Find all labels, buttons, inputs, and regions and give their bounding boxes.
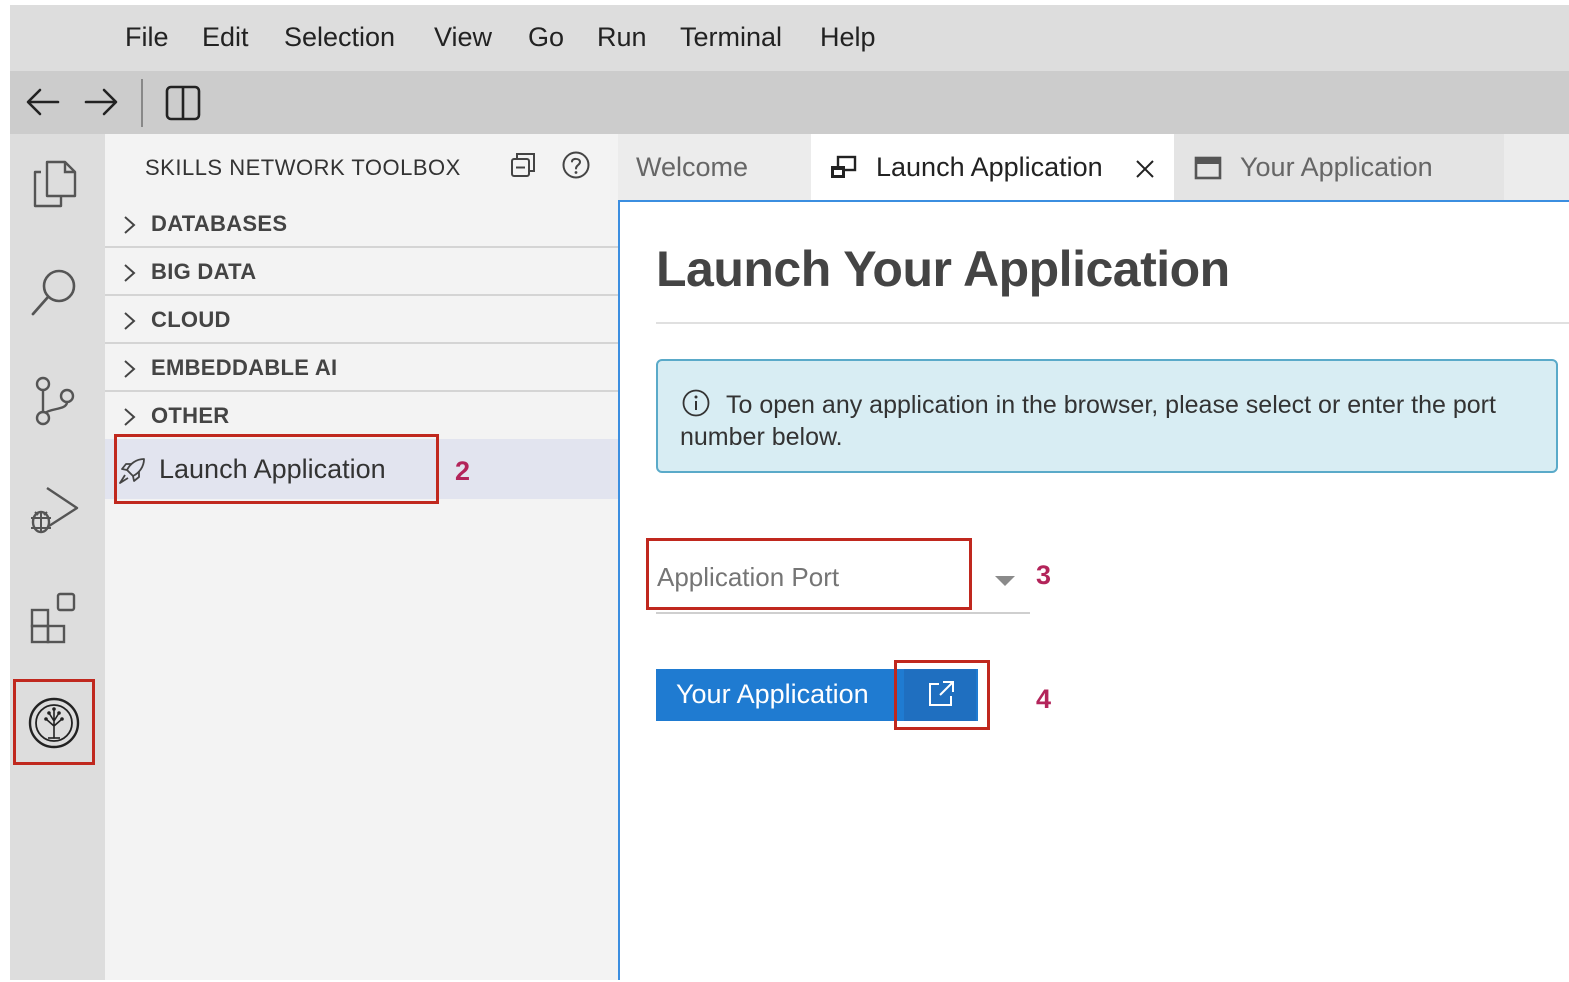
split-layout-icon[interactable]: [164, 84, 202, 127]
page-title: Launch Your Application: [656, 241, 1230, 297]
search-icon[interactable]: [27, 264, 83, 325]
skills-network-toolbox-panel: SKILLS NETWORK TOOLBOX DATABASES BIG DAT…: [105, 134, 618, 980]
menu-selection[interactable]: Selection: [284, 22, 395, 53]
your-application-button-label: Your Application: [676, 679, 869, 709]
menu-terminal[interactable]: Terminal: [680, 22, 782, 53]
section-label: DATABASES: [151, 211, 288, 236]
info-text: To open any application in the browser, …: [680, 391, 1496, 451]
source-control-icon[interactable]: [27, 372, 83, 433]
menu-go[interactable]: Go: [528, 22, 564, 53]
arrow-right-icon[interactable]: [82, 83, 120, 126]
extensions-icon[interactable]: [27, 590, 83, 651]
section-label: EMBEDDABLE AI: [151, 355, 338, 380]
tab-label: Launch Application: [876, 152, 1103, 182]
annotation-3: 3: [1036, 560, 1052, 590]
tab-your-application[interactable]: Your Application: [1174, 134, 1504, 200]
title-divider: [656, 322, 1569, 324]
tab-label: Your Application: [1240, 152, 1433, 182]
arrow-left-icon[interactable]: [24, 83, 62, 126]
application-port-input[interactable]: [657, 562, 957, 593]
section-big-data[interactable]: BIG DATA: [105, 249, 618, 296]
window-icon: [1194, 156, 1222, 185]
window-restore-icon: [828, 154, 858, 187]
activity-bar: 1: [10, 134, 119, 980]
dropdown-caret-icon[interactable]: [994, 574, 1016, 593]
vscode-window: File Edit Selection View Go Run Terminal…: [10, 5, 1569, 980]
menu-edit[interactable]: Edit: [202, 22, 249, 53]
tab-label: Welcome: [636, 152, 749, 182]
close-icon[interactable]: [1133, 157, 1157, 186]
toolbar-divider: [141, 79, 143, 127]
toolbox-highlight-box: [13, 679, 95, 765]
section-databases[interactable]: DATABASES: [105, 201, 618, 248]
tab-welcome[interactable]: Welcome: [618, 134, 811, 200]
chevron-right-icon: [119, 310, 139, 337]
launch-application-item[interactable]: Launch Application: [105, 434, 618, 504]
annotation-2: 2: [455, 456, 471, 486]
menu-bar: File Edit Selection View Go Run Terminal…: [10, 5, 1569, 71]
chevron-right-icon: [119, 214, 139, 241]
run-debug-icon[interactable]: [27, 482, 83, 543]
rocket-icon: [117, 456, 147, 491]
chevron-right-icon: [119, 358, 139, 385]
help-icon[interactable]: [561, 150, 591, 185]
section-embeddable-ai[interactable]: EMBEDDABLE AI: [105, 345, 618, 392]
sidebar-title: SKILLS NETWORK TOOLBOX: [145, 155, 461, 180]
menu-file[interactable]: File: [125, 22, 169, 53]
skills-network-toolbox-icon[interactable]: [27, 696, 81, 755]
editor-tab-bar: Welcome Launch Application Your Applicat…: [618, 134, 1569, 200]
menu-help[interactable]: Help: [820, 22, 876, 53]
section-label: OTHER: [151, 403, 230, 428]
chevron-right-icon: [119, 406, 139, 433]
chevron-right-icon: [119, 262, 139, 289]
port-select[interactable]: [646, 538, 1030, 614]
launch-application-label: Launch Application: [159, 454, 386, 484]
tab-launch-application[interactable]: Launch Application: [811, 134, 1174, 200]
explorer-icon[interactable]: [27, 156, 83, 217]
section-label: BIG DATA: [151, 259, 257, 284]
menu-run[interactable]: Run: [597, 22, 647, 53]
section-other[interactable]: OTHER: [105, 393, 618, 440]
info-notification: To open any application in the browser, …: [656, 359, 1558, 473]
menu-view[interactable]: View: [434, 22, 492, 53]
collapse-all-icon[interactable]: [508, 150, 538, 185]
navigation-toolbar: [10, 71, 1569, 134]
section-label: CLOUD: [151, 307, 231, 332]
launch-application-editor: Launch Your Application To open any appl…: [618, 200, 1569, 980]
section-cloud[interactable]: CLOUD: [105, 297, 618, 344]
annotation-4: 4: [1036, 684, 1052, 714]
open-button-highlight-box: [894, 660, 990, 730]
